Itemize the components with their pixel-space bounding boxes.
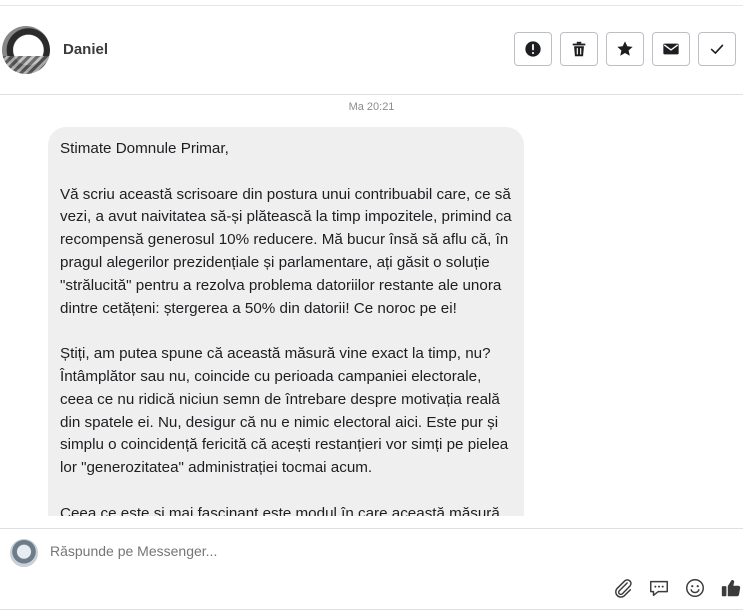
like-button[interactable] — [719, 576, 743, 600]
alert-icon — [525, 41, 541, 57]
message-paragraph: Stimate Domnule Primar, — [60, 140, 229, 157]
paperclip-icon — [615, 579, 632, 598]
message-bubble[interactable]: Stimate Domnule Primar, Vă scriu această… — [48, 127, 524, 516]
reply-input[interactable] — [50, 543, 650, 559]
thumbs-up-icon — [721, 579, 741, 597]
reply-composer — [0, 528, 743, 610]
attach-button[interactable] — [611, 576, 635, 600]
speech-bubble-icon — [650, 580, 668, 597]
star-icon — [617, 41, 633, 56]
envelope-icon — [663, 43, 679, 55]
user-avatar — [10, 539, 38, 567]
checkmark-icon — [710, 44, 724, 54]
template-button[interactable] — [647, 576, 671, 600]
message-timestamp: Ma 20:21 — [348, 101, 395, 113]
report-button[interactable] — [514, 32, 552, 66]
done-button[interactable] — [698, 32, 736, 66]
contact-avatar[interactable] — [2, 26, 50, 74]
emoji-button[interactable] — [683, 576, 707, 600]
delete-button[interactable] — [560, 32, 598, 66]
composer-toolbar — [611, 576, 743, 600]
message-thread[interactable]: Stimate Domnule Primar, Vă scriu această… — [0, 120, 743, 516]
trash-icon — [572, 41, 586, 57]
star-button[interactable] — [606, 32, 644, 66]
emoji-icon — [686, 579, 704, 597]
conversation-header: Daniel — [0, 6, 743, 95]
mark-unread-button[interactable] — [652, 32, 690, 66]
message-paragraph: Știți, am putea spune că această măsură … — [60, 345, 509, 477]
message-paragraph: Ceea ce este și mai fascinant este modul… — [60, 504, 500, 516]
message-paragraph: Vă scriu această scrisoare din postura u… — [60, 185, 512, 317]
header-actions — [514, 32, 736, 66]
contact-name[interactable]: Daniel — [63, 41, 108, 58]
